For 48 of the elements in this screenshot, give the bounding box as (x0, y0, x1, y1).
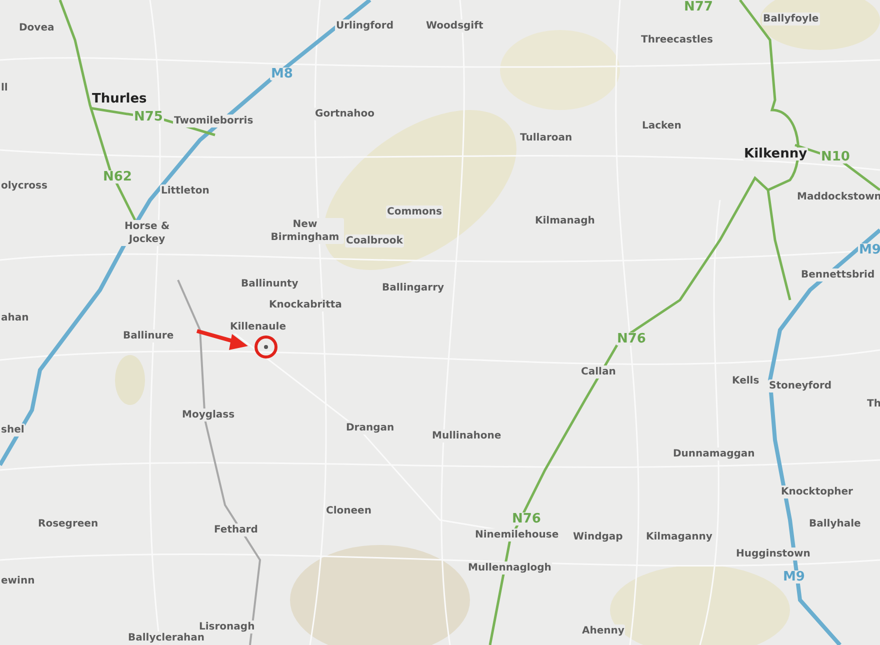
place-label: Stoneyford (768, 380, 833, 392)
motorway-label: M9 (782, 570, 806, 584)
place-label: Ahenny (581, 624, 626, 638)
road-label: N77 (683, 0, 714, 14)
motorway-label: M8 (270, 68, 294, 80)
place-label: Commons (386, 206, 443, 218)
place-label: Ballingarry (381, 282, 446, 294)
place-label: Ballyclerahan (127, 632, 206, 644)
place-label: Gortnahoo (314, 108, 376, 120)
place-label: Woodsgift (425, 20, 484, 32)
place-label: Mullennaglogh (467, 562, 552, 574)
place-label: olycross (0, 180, 48, 192)
place-label: Mullinahone (431, 430, 502, 442)
place-label: Moyglass (181, 408, 236, 422)
place-label: Dunnamaggan (672, 448, 756, 460)
place-label: Lisronagh (198, 620, 256, 634)
arrow-icon (196, 329, 248, 350)
place-label: Knocktopher (780, 486, 854, 498)
road-label: N10 (820, 150, 851, 164)
place-label: Littleton (160, 184, 210, 198)
road-label: N76 (511, 512, 542, 526)
place-label: Ballinunty (240, 278, 300, 290)
location-marker-icon (254, 336, 278, 358)
place-label: shel (0, 424, 26, 436)
place-label: Ballyfoyle (762, 12, 820, 26)
road-label: N75 (133, 110, 164, 124)
place-label: Drangan (345, 422, 396, 434)
place-label: Hugginstown (735, 548, 812, 560)
place-label: Kilmanagh (534, 214, 596, 228)
place-label: Urlingford (335, 20, 394, 32)
place-label: Killenaule (229, 320, 288, 334)
road-label: N76 (616, 332, 647, 346)
place-label: Rosegreen (37, 518, 100, 530)
place-label: Knockabritta (268, 298, 343, 312)
place-label: Ninemilehouse (474, 528, 560, 542)
place-label: Ballinure (122, 330, 175, 342)
motorway-label: M9 (858, 244, 880, 256)
road-label: N62 (102, 170, 133, 184)
place-label: Coalbrook (345, 234, 404, 248)
place-label: Callan (580, 366, 617, 378)
place-label: Fethard (213, 524, 259, 536)
place-label: Ballyhale (808, 518, 862, 530)
place-label: Windgap (572, 530, 624, 544)
city-label: Thurles (91, 92, 148, 106)
place-label: Kilmaganny (645, 530, 714, 544)
city-label: Kilkenny (743, 148, 808, 160)
place-label: Bennettsbrid (800, 268, 876, 282)
place-label: Twomileborris (173, 114, 254, 128)
